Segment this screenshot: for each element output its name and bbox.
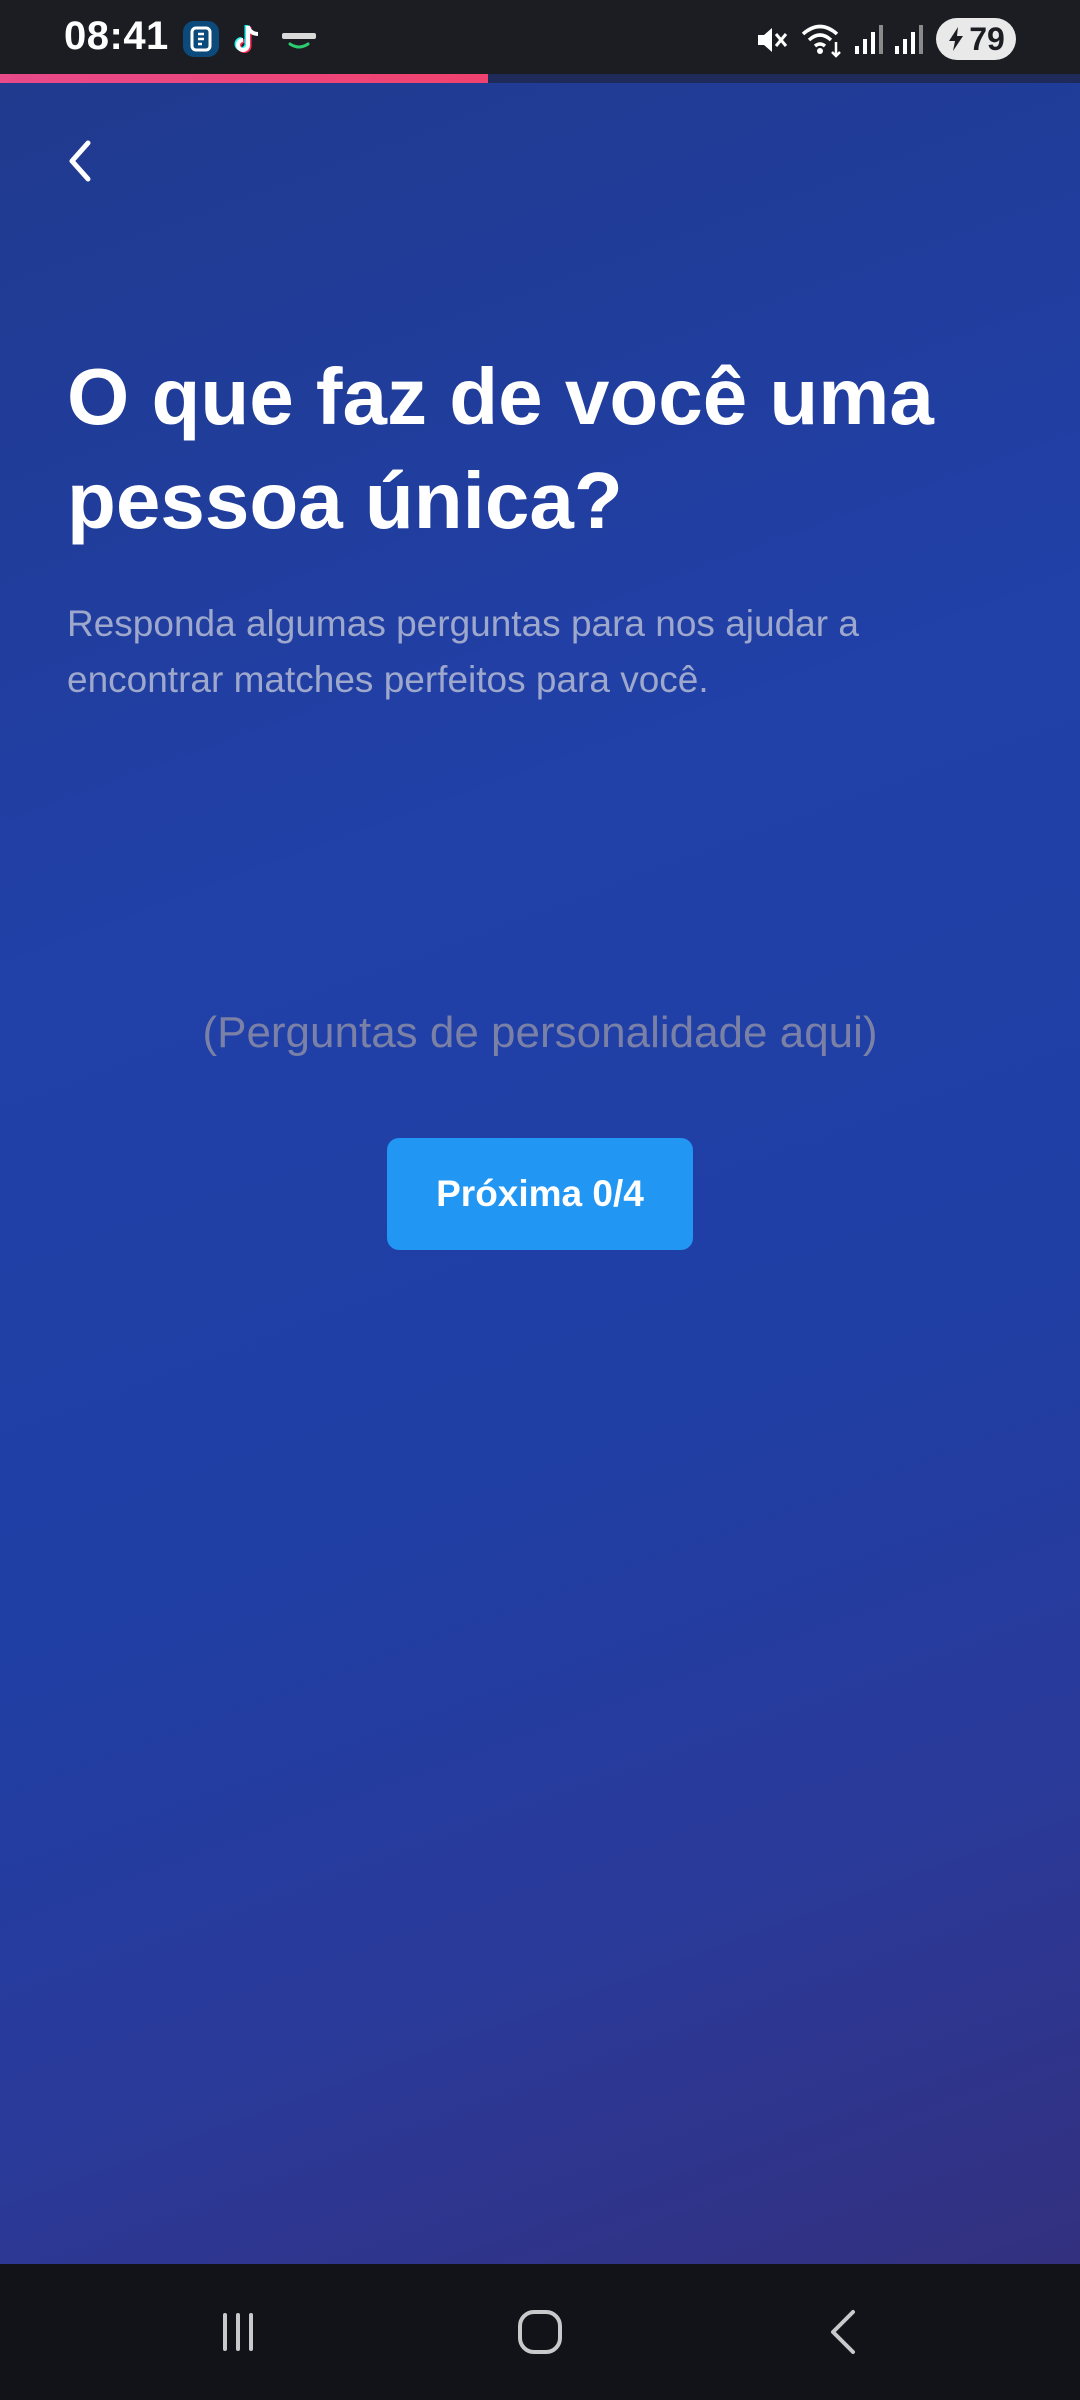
- next-button[interactable]: Próxima 0/4: [387, 1138, 693, 1250]
- signal-icon: [852, 22, 886, 56]
- main-content: O que faz de você uma pessoa única? Resp…: [0, 83, 1080, 2264]
- status-bar: 08:41 79: [0, 0, 1080, 74]
- home-button[interactable]: [500, 2292, 580, 2372]
- tiktok-icon: [230, 20, 268, 58]
- signal-icon: [892, 22, 926, 56]
- back-button[interactable]: [52, 133, 108, 189]
- chevron-left-icon: [69, 140, 91, 182]
- home-icon: [518, 2310, 562, 2354]
- wallet-app-icon: [182, 20, 220, 58]
- charging-icon: [949, 27, 964, 51]
- mobygo-icon: [280, 20, 318, 58]
- page-subtitle: Responda algumas perguntas para nos ajud…: [67, 603, 859, 700]
- questions-placeholder: (Perguntas de personalidade aqui): [202, 1008, 878, 1057]
- system-back-button[interactable]: [804, 2292, 884, 2372]
- screen: 08:41 79 O que faz de você uma pessoa ún…: [0, 0, 1080, 2400]
- progress-fill: [0, 74, 489, 83]
- wifi-icon: [800, 18, 846, 60]
- battery-indicator: 79: [936, 18, 1016, 60]
- system-nav-bar: [0, 2264, 1080, 2400]
- recent-apps-button[interactable]: [198, 2292, 278, 2372]
- status-time: 08:41: [64, 14, 169, 58]
- recent-apps-icon: [223, 2313, 253, 2351]
- battery-level: 79: [969, 20, 1005, 57]
- onboarding-progress-bar: [0, 74, 1080, 83]
- mute-icon: [754, 22, 790, 58]
- page-title: O que faz de você uma pessoa única?: [67, 352, 934, 545]
- back-icon: [831, 2310, 855, 2354]
